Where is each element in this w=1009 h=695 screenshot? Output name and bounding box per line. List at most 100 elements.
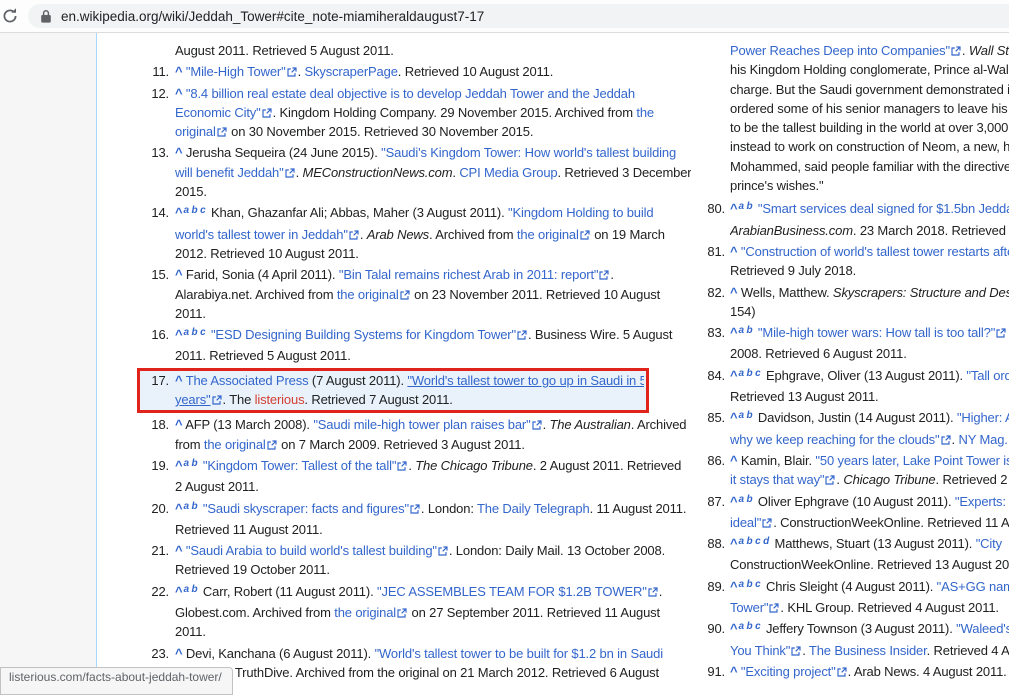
backlink-caret[interactable]: ^: [175, 458, 182, 473]
reference-link[interactable]: the original: [517, 227, 579, 242]
external-link-icon: [438, 541, 448, 560]
reference-link[interactable]: the original: [337, 287, 399, 302]
reference-link[interactable]: the original: [334, 605, 396, 620]
backlink-letters[interactable]: a b: [738, 494, 752, 505]
backlink-letters[interactable]: a b c: [738, 621, 760, 632]
reference-number: 16.: [143, 325, 169, 366]
reference-link[interactable]: "Experts:: [955, 494, 1006, 509]
backlink-letters[interactable]: a b: [738, 410, 752, 421]
reference-link[interactable]: You Think": [730, 643, 790, 658]
reference-link[interactable]: "Mile-High Tower": [186, 64, 286, 79]
reference-link[interactable]: "Saudi Arabia to build world's tallest b…: [186, 543, 437, 558]
reference-link[interactable]: the: [636, 105, 654, 120]
reference-link[interactable]: "JEC ASSEMBLES TEAM FOR $1.2B TOWER": [377, 584, 647, 599]
reference-link[interactable]: "Smart services deal signed for $1.5bn J…: [758, 201, 1009, 216]
reference-text: Retrieved 19 October 2011.: [175, 562, 330, 577]
reference-link[interactable]: Economic City": [175, 105, 261, 120]
reference-link[interactable]: "Waleed's: [956, 621, 1009, 636]
reference-link[interactable]: "Kingdom Holding to build: [508, 205, 653, 220]
reference-text: Chicago Tribune: [843, 472, 935, 487]
reference-text: . KHL Group. Retrieved 4 August 2011.: [780, 600, 998, 615]
backlink-letters[interactable]: a b: [738, 325, 752, 336]
reference-link[interactable]: "Exciting project": [741, 664, 836, 679]
reference-text: Mohammed, said people familiar with the …: [730, 159, 1009, 174]
reference-continuation: Power Reaches Deep into Companies". Wall…: [703, 41, 1009, 195]
reference-text: Jeffery Townson (3 August 2011).: [763, 621, 957, 636]
reference-number: 15.: [143, 265, 169, 323]
reference-link[interactable]: ideal": [730, 515, 761, 530]
reference-line: 2011.: [175, 304, 691, 323]
reference-link[interactable]: world's tallest tower in Jeddah": [175, 227, 348, 242]
reference-body: ^a b c Ephgrave, Oliver (13 August 2011)…: [730, 366, 1009, 407]
reference-line: ^ Jerusha Sequeira (24 June 2015). "Saud…: [175, 143, 691, 162]
reference-link[interactable]: why we keep reaching for the clouds": [730, 432, 940, 447]
reference-link[interactable]: "AS+GG nam: [937, 579, 1009, 594]
backlink-caret[interactable]: ^: [175, 205, 182, 220]
backlink-letters[interactable]: a b: [738, 201, 752, 212]
reference-item: 18.^ AFP (13 March 2008). "Saudi mile-hi…: [143, 415, 691, 454]
reference-link[interactable]: "Kingdom Tower: Tallest of the tall": [203, 458, 396, 473]
reload-button[interactable]: [1, 7, 19, 25]
backlink-caret[interactable]: ^: [175, 327, 182, 342]
reference-link[interactable]: "Higher: A: [957, 410, 1009, 425]
reference-link[interactable]: SkyscraperPage: [305, 64, 398, 79]
reference-number: 19.: [143, 456, 169, 497]
red-link[interactable]: listerious: [255, 392, 305, 407]
backlink-letters[interactable]: a b c: [183, 205, 205, 216]
backlink-caret[interactable]: ^: [175, 501, 182, 516]
backlink-caret[interactable]: ^: [730, 621, 737, 636]
reference-text: Globest.com. Archived from: [175, 605, 334, 620]
reference-link[interactable]: The Business Insider: [809, 643, 927, 658]
backlink-caret[interactable]: ^: [730, 410, 737, 425]
reference-link[interactable]: "World's tallest tower to go up in Saudi…: [407, 373, 644, 388]
backlink-letters[interactable]: a b c d: [738, 536, 769, 547]
backlink-letters[interactable]: a b c: [738, 579, 760, 590]
backlink-caret[interactable]: ^: [730, 368, 737, 383]
reference-link[interactable]: "Bin Talal remains richest Arab in 2011:…: [339, 267, 599, 282]
reference-link[interactable]: "World's tallest tower to be built for $…: [375, 646, 663, 661]
address-bar[interactable]: en.wikipedia.org/wiki/Jeddah_Tower#cite_…: [28, 4, 1009, 28]
reference-link[interactable]: The Associated Press: [186, 373, 309, 388]
backlink-caret[interactable]: ^: [730, 536, 737, 551]
reference-link[interactable]: "Tall ord: [966, 368, 1009, 383]
reference-link[interactable]: The Daily Telegraph: [477, 501, 590, 516]
backlink-letters[interactable]: a b: [183, 501, 197, 512]
reference-link[interactable]: "8.4 billion real estate deal objective …: [186, 86, 635, 101]
reference-link[interactable]: original: [175, 124, 216, 139]
backlink-letters[interactable]: a b c: [183, 327, 205, 338]
reference-link[interactable]: years": [175, 392, 211, 407]
backlink-letters[interactable]: a b c: [738, 368, 760, 379]
backlink-caret[interactable]: ^: [730, 325, 737, 340]
reference-link[interactable]: will benefit Jeddah": [175, 165, 284, 180]
reference-link[interactable]: "Construction of world's tallest tower r…: [741, 244, 1009, 259]
reference-link[interactable]: Power Reaches Deep into Companies": [730, 43, 950, 58]
reference-text: Retrieved 13 August 2011.: [730, 389, 879, 404]
backlink-caret[interactable]: ^: [730, 201, 737, 216]
reference-text: on 23 November 2011. Retrieved 10 August: [411, 287, 660, 302]
reference-link[interactable]: NY Mag.: [958, 432, 1007, 447]
reference-text: Kamin, Blair.: [737, 453, 815, 468]
external-link-icon: [397, 603, 407, 622]
reference-item: 91.^ "Exciting project". Arab News. 4 Au…: [703, 662, 1009, 681]
reference-line: Economic City". Kingdom Holding Company.…: [175, 103, 691, 122]
backlink-caret[interactable]: ^: [730, 494, 737, 509]
reference-link[interactable]: Tower": [730, 600, 768, 615]
backlink-caret[interactable]: ^: [175, 584, 182, 599]
reference-link[interactable]: "Saudi skyscraper: facts and figures": [203, 501, 409, 516]
reference-link[interactable]: "ESD Designing Building Systems for King…: [211, 327, 516, 342]
reference-item: 82.^ Wells, Matthew. Skyscrapers: Struct…: [703, 283, 1009, 322]
backlink-letters[interactable]: a b: [183, 584, 197, 595]
reference-text: Matthews, Stuart (13 August 2011).: [771, 536, 976, 551]
reference-link[interactable]: "City: [976, 536, 1002, 551]
reference-link[interactable]: CPI Media Group: [459, 165, 557, 180]
reference-link[interactable]: "Saudi's Kingdom Tower: How world's tall…: [381, 145, 676, 160]
reference-link[interactable]: "Mile-high tower wars: How tall is too t…: [758, 325, 995, 340]
backlink-caret[interactable]: ^: [730, 579, 737, 594]
reference-link[interactable]: "50 years later, Lake Point Tower is: [815, 453, 1009, 468]
reference-link[interactable]: it stays that way": [730, 472, 824, 487]
reference-link[interactable]: "Saudi mile-high tower plan raises bar": [313, 417, 530, 432]
reference-item: 80.^a b "Smart services deal signed for …: [703, 199, 1009, 240]
reference-link[interactable]: the original: [204, 437, 266, 452]
backlink-letters[interactable]: a b: [183, 458, 197, 469]
reference-item: 81.^ "Construction of world's tallest to…: [703, 242, 1009, 281]
